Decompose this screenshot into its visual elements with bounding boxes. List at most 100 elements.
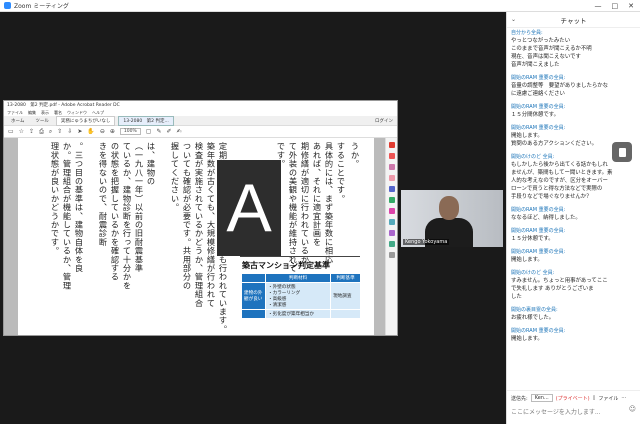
acrobat-window[interactable]: 13-2080 第2 判定.pdf - Adobe Acrobat Reader… xyxy=(3,100,398,336)
optimize-icon[interactable] xyxy=(388,241,395,247)
comment-icon[interactable]: ▢ xyxy=(146,128,152,135)
video-thumbnail[interactable]: Kengo Yokoyama xyxy=(401,190,503,247)
table-header: 判断基準 xyxy=(330,273,361,283)
bookmark-icon[interactable]: ☆ xyxy=(19,128,24,135)
message-sender: 開始のRAM 重要の全員: xyxy=(511,125,566,131)
message-sender: 開始のRAM 重要の全員: xyxy=(511,207,566,213)
organize-icon[interactable] xyxy=(388,197,395,203)
clipboard-button[interactable] xyxy=(612,142,632,162)
save-icon[interactable]: ▭ xyxy=(8,128,14,135)
tab-home[interactable]: ホーム xyxy=(7,117,28,125)
chat-footer: 送信先: Ken... (プライベート) ▯ ファイル ··· ここにメッセージ… xyxy=(507,390,640,424)
minimize-button[interactable]: — xyxy=(595,2,602,10)
highlight-icon[interactable]: ✐ xyxy=(167,128,172,135)
text-column: することです。 xyxy=(336,142,346,203)
table-cell: 建物の外観が良い xyxy=(241,282,266,310)
acrobat-title: 13-2080 第2 判定.pdf - Adobe Acrobat Reader… xyxy=(4,101,397,109)
chat-message: 開始のRAM 重要の全員: 開始します。 xyxy=(511,249,637,264)
upload-icon[interactable]: ⇪ xyxy=(29,128,34,135)
cursor-icon[interactable]: ➤ xyxy=(77,128,82,135)
pdf-page: うか。 することです。 具体的には、まず築年数に相応 あれば、それに適宜計画を … xyxy=(18,138,374,335)
message-text: 現在、音声は聞こえないです xyxy=(511,54,581,60)
more-icon[interactable]: ··· xyxy=(621,395,626,401)
chat-message: 開始のけのど 全員: すみません。ちょっと用事があってここ で失礼します ありがとう… xyxy=(511,270,637,301)
message-text: 音量の調整等 要望がありましたらかな xyxy=(511,83,609,89)
export-pdf-icon[interactable] xyxy=(388,142,395,148)
table-cell: ・劣化度が築年相当か xyxy=(264,309,332,319)
text-column: きを得ないので、耐震診断 xyxy=(98,142,108,247)
tab-document-2[interactable]: 13-2080 第2 判定... xyxy=(118,115,174,126)
message-text: 開始します。 xyxy=(511,133,543,139)
zoom-icon xyxy=(4,2,11,9)
text-column: うか。 xyxy=(350,142,360,169)
message-text: お疲れ様でした。 xyxy=(511,315,555,321)
menu-file[interactable]: ファイル xyxy=(7,110,23,116)
more-tools-icon[interactable] xyxy=(388,252,395,258)
file-button[interactable]: ファイル xyxy=(598,395,618,402)
zoom-select[interactable]: 100% xyxy=(119,128,141,135)
tab-tools[interactable]: ツール xyxy=(31,117,53,125)
pen-icon[interactable]: ✎ xyxy=(156,128,161,135)
chevron-down-icon[interactable]: ⌄ xyxy=(511,16,516,23)
text-column: ているか、建物診断を行って十分かを xyxy=(122,142,132,290)
combine-icon[interactable] xyxy=(388,186,395,192)
sign-icon[interactable]: ✍ xyxy=(177,128,182,135)
text-column: あれば、それに適宜計画を xyxy=(312,142,322,247)
table-header: 判断材料 xyxy=(264,273,332,283)
text-column: か。管理組合が機能しているか、管理 xyxy=(62,142,72,290)
acrobat-toolbar: ▭ ☆ ⇪ ⎙ ⌕ ⇧ ⇩ ➤ ✋ ⊖ ⊕ 100% ▢ ✎ ✐ ✍ xyxy=(4,126,397,138)
message-text: ななるほど、納得しました。 xyxy=(511,215,581,221)
window-controls: — □ ✕ xyxy=(595,2,635,10)
zoom-in-icon[interactable]: ⊕ xyxy=(110,128,115,135)
clipboard-icon xyxy=(618,147,626,157)
chat-title: チャット xyxy=(560,16,587,25)
next-page-icon[interactable]: ⇩ xyxy=(67,128,72,135)
hand-icon[interactable]: ✋ xyxy=(87,128,94,135)
message-text: ローンで買うと得な方法などで実際の xyxy=(511,186,603,192)
maximize-button[interactable]: □ xyxy=(612,2,619,10)
text-column: 握してください。 xyxy=(170,142,180,212)
chat-message: 開始の裏目霊の全員: お疲れ様でした。 xyxy=(511,307,637,322)
text-column: の状態を把握しているかを確認する xyxy=(110,142,120,282)
participant-name: Kengo Yokoyama xyxy=(403,239,450,245)
print-icon[interactable]: ⎙ xyxy=(39,128,44,136)
text-column: 検査が実施されているかどうか、管理組合 xyxy=(194,142,204,308)
chat-header: ⌄ チャット xyxy=(507,12,640,28)
table-cell: ・外壁の状態 ・カラーリング ・高級感 ・清潔感 xyxy=(264,282,332,310)
prev-page-icon[interactable]: ⇧ xyxy=(57,128,62,135)
table-row: 建物の外観が良い ・外壁の状態 ・カラーリング ・高級感 ・清潔感 現地調査 xyxy=(241,282,361,310)
criteria-table: 判断材料 判断基準 建物の外観が良い ・外壁の状態 ・カラーリング ・高級感 ・… xyxy=(241,273,361,319)
chat-message: 開始のRAM 重要の全員: ななるほど、納得しました。 xyxy=(511,207,637,222)
recipient-select[interactable]: Ken... xyxy=(530,394,553,402)
chat-messages[interactable]: 自分から全員: やっとつながったみたい このままで音声が聞こえるか不明 現在、音声は聞… xyxy=(507,28,640,390)
search-icon[interactable]: ⌕ xyxy=(49,128,52,136)
emoji-icon[interactable]: ☺ xyxy=(629,405,636,413)
comment-tool-icon[interactable] xyxy=(388,175,395,181)
fill-sign-icon[interactable] xyxy=(388,208,395,214)
menu-edit[interactable]: 編集 xyxy=(28,110,36,116)
close-button[interactable]: ✕ xyxy=(628,2,634,10)
zoom-out-icon[interactable]: ⊖ xyxy=(100,128,105,135)
message-text: で失礼します ありがとうございま xyxy=(511,286,594,292)
to-label: 送信先: xyxy=(511,395,528,402)
text-column: 具体的には、まず築年数に相応 xyxy=(324,142,334,264)
message-sender: 開始のRAM 重要の全員: xyxy=(511,104,566,110)
chat-input[interactable]: ここにメッセージを入力します... xyxy=(511,407,637,416)
create-pdf-icon[interactable] xyxy=(388,153,395,159)
signin-link[interactable]: ログイン xyxy=(375,118,393,124)
send-icon[interactable] xyxy=(388,230,395,236)
tab-document-1[interactable]: 実務にゅうまちがいなし xyxy=(55,115,116,126)
text-column: 期修繕が適切に行われているか、 xyxy=(300,142,310,273)
menu-view[interactable]: 表示 xyxy=(41,110,49,116)
message-text: このままで音声が聞こえるか不明 xyxy=(511,46,592,52)
message-text: 音声が聞こえました xyxy=(511,62,560,68)
file-icon[interactable]: ▯ xyxy=(593,395,596,401)
message-text: ませんが、築間もしてー聞いときます。素 xyxy=(511,170,613,176)
protect-icon[interactable] xyxy=(388,219,395,225)
message-text: 人的な考えなのですが、区分をオーバー xyxy=(511,178,608,184)
text-column: 築年数が古くても、大規模修繕が行われて xyxy=(206,142,216,308)
edit-pdf-icon[interactable] xyxy=(388,164,395,170)
document-view[interactable]: うか。 することです。 具体的には、まず築年数に相応 あれば、それに適宜計画を … xyxy=(4,138,387,335)
item-text: ・清潔感 xyxy=(268,303,287,308)
person-head xyxy=(439,196,459,220)
